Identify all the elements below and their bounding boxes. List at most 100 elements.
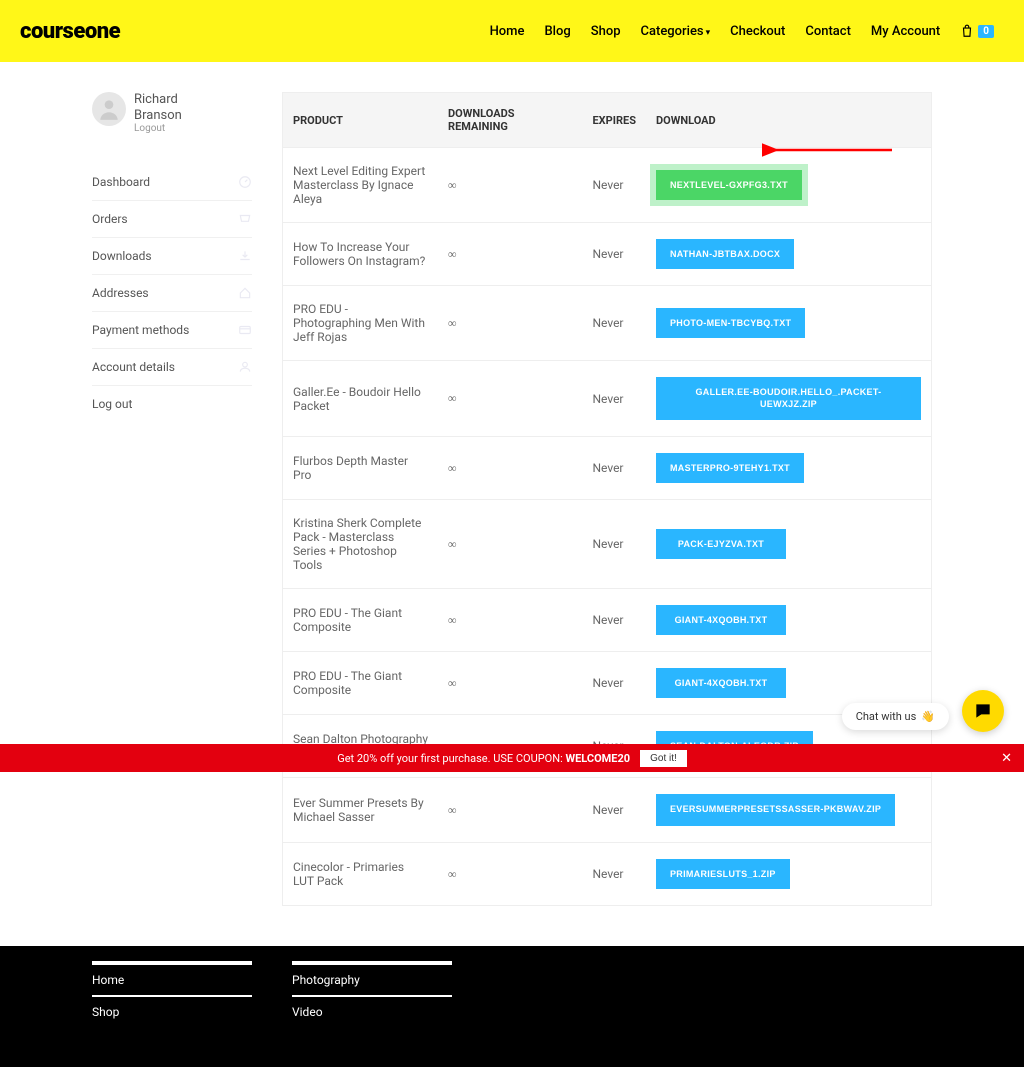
download-button[interactable]: PHOTO-MEN-TBCYBQ.TXT [656,308,805,338]
cell-remaining: ∞ [438,437,582,500]
gauge-icon [238,175,252,189]
sidebar-item-label: Addresses [92,286,149,300]
sidebar-item-downloads[interactable]: Downloads [92,238,252,275]
cell-product: PRO EDU - Photographing Men With Jeff Ro… [283,286,439,361]
cell-download: NEXTLEVEL-GXPFG3.TXT [646,148,932,223]
cell-remaining: ∞ [438,223,582,286]
cell-remaining: ∞ [438,652,582,715]
table-row: PRO EDU - The Giant Composite∞Never GIANT… [283,652,932,715]
nav-blog[interactable]: Blog [544,24,570,39]
cell-expires: Never [582,778,645,843]
promo-prefix: Get 20% off your first purchase. USE COU… [337,752,565,765]
cell-download: PHOTO-MEN-TBCYBQ.TXT [646,286,932,361]
user-last-name: Branson [134,108,182,124]
cell-product: Galler.Ee - Boudoir Hello Packet [283,361,439,437]
download-button[interactable]: MASTERPRO-9TEHY1.TXT [656,453,804,483]
download-button[interactable]: NATHAN-JBTBAX.DOCX [656,239,794,269]
bag-icon [960,24,974,38]
wave-emoji-icon: 👋 [921,710,935,723]
sidebar-item-payment[interactable]: Payment methods [92,312,252,349]
account-sidebar: Richard Branson Logout Dashboard Orders … [92,92,252,906]
download-button[interactable]: EVERSUMMERPRESETSSASSER-PKBWAV.ZIP [656,794,895,826]
chat-with-us-pill[interactable]: Chat with us 👋 [842,703,949,730]
chevron-down-icon: ▾ [706,28,711,38]
download-button[interactable]: GIANT-4XQOBH.TXT [656,668,786,698]
cell-expires: Never [582,437,645,500]
sidebar-item-label: Downloads [92,249,152,263]
download-button[interactable]: PACK-EJYZVA.TXT [656,529,786,559]
promo-bar: Get 20% off your first purchase. USE COU… [0,744,1024,772]
footer-link[interactable]: Home [92,961,252,995]
cell-remaining: ∞ [438,286,582,361]
th-download: DOWNLOAD [646,93,932,148]
profile-block: Richard Branson Logout [92,92,252,134]
download-button[interactable]: GIANT-4XQOBH.TXT [656,605,786,635]
cell-remaining: ∞ [438,778,582,843]
cell-product: Ever Summer Presets By Michael Sasser [283,778,439,843]
download-button[interactable]: NEXTLEVEL-GXPFG3.TXT [656,170,802,200]
sidebar-item-orders[interactable]: Orders [92,201,252,238]
th-product: PRODUCT [283,93,439,148]
account-menu: Dashboard Orders Downloads Addresses Pay… [92,164,252,422]
footer-link[interactable]: Photography [292,961,452,995]
site-footer: Home Shop Photography Video [0,946,1024,1067]
cell-expires: Never [582,361,645,437]
table-row: Galler.Ee - Boudoir Hello Packet∞NeverGA… [283,361,932,437]
downloads-main: PRODUCT DOWNLOADS REMAINING EXPIRES DOWN… [282,92,932,906]
logout-link-small[interactable]: Logout [134,123,182,134]
cell-product: Cinecolor - Primaries LUT Pack [283,843,439,906]
user-icon [96,96,122,122]
site-logo[interactable]: courseone [20,19,120,44]
sidebar-item-label: Payment methods [92,323,189,337]
nav-my-account[interactable]: My Account [871,24,940,39]
downloads-table: PRODUCT DOWNLOADS REMAINING EXPIRES DOWN… [282,92,932,906]
cell-download: PACK-EJYZVA.TXT [646,500,932,589]
sidebar-item-dashboard[interactable]: Dashboard [92,164,252,201]
cell-expires: Never [582,148,645,223]
nav-checkout[interactable]: Checkout [730,24,785,39]
nav-home[interactable]: Home [490,24,525,39]
cell-remaining: ∞ [438,500,582,589]
nav-categories-label: Categories [641,24,704,39]
cell-expires: Never [582,652,645,715]
cell-download: EVERSUMMERPRESETSSASSER-PKBWAV.ZIP [646,778,932,843]
sidebar-item-account[interactable]: Account details [92,349,252,386]
top-nav: Home Blog Shop Categories▾ Checkout Cont… [490,24,994,39]
nav-shop[interactable]: Shop [591,24,621,39]
footer-link[interactable]: Shop [92,995,252,1027]
promo-close-button[interactable]: ✕ [1001,751,1012,766]
footer-link[interactable]: Video [292,995,452,1027]
cell-product: Flurbos Depth Master Pro [283,437,439,500]
sidebar-item-label: Dashboard [92,175,150,189]
download-button[interactable]: PRIMARIESLUTS_1.ZIP [656,859,790,889]
cell-download: NATHAN-JBTBAX.DOCX [646,223,932,286]
cart-button[interactable]: 0 [960,24,994,38]
chat-label: Chat with us [856,710,917,723]
sidebar-item-addresses[interactable]: Addresses [92,275,252,312]
cell-download: PRIMARIESLUTS_1.ZIP [646,843,932,906]
table-row: PRO EDU - Photographing Men With Jeff Ro… [283,286,932,361]
nav-contact[interactable]: Contact [805,24,851,39]
table-row: Next Level Editing Expert Masterclass By… [283,148,932,223]
cell-product: PRO EDU - The Giant Composite [283,652,439,715]
promo-code: WELCOME20 [565,752,630,765]
nav-categories[interactable]: Categories▾ [641,24,711,39]
person-icon [238,360,252,374]
th-expires: EXPIRES [582,93,645,148]
sidebar-item-label: Account details [92,360,175,374]
cell-download: MASTERPRO-9TEHY1.TXT [646,437,932,500]
table-row: Ever Summer Presets By Michael Sasser∞Ne… [283,778,932,843]
sidebar-item-logout[interactable]: Log out [92,386,252,422]
footer-col-2: Photography Video [292,961,452,1027]
promo-text: Get 20% off your first purchase. USE COU… [337,752,630,765]
cell-expires: Never [582,286,645,361]
promo-got-it-button[interactable]: Got it! [640,750,687,767]
chat-bubble-button[interactable] [962,690,1004,732]
sidebar-item-label: Orders [92,212,128,226]
cart-count-badge: 0 [978,25,994,38]
cell-product: Kristina Sherk Complete Pack - Mastercla… [283,500,439,589]
cell-remaining: ∞ [438,148,582,223]
cell-product: How To Increase Your Followers On Instag… [283,223,439,286]
download-button[interactable]: GALLER.EE-BOUDOIR.HELLO_.PACKET-UEWXJZ.Z… [656,377,921,420]
table-row: Cinecolor - Primaries LUT Pack∞NeverPRIM… [283,843,932,906]
